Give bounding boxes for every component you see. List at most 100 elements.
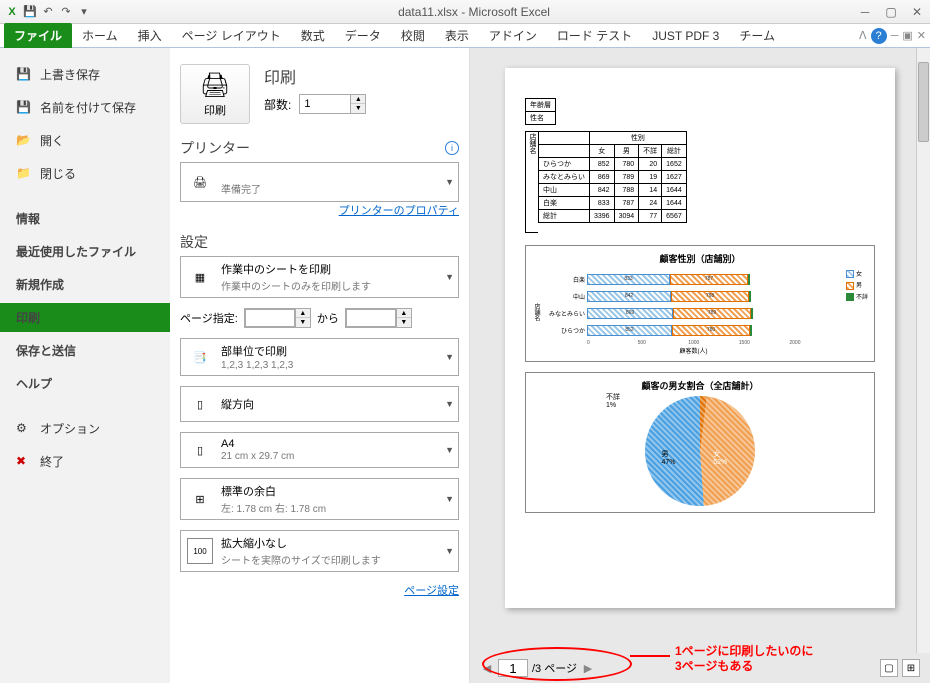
printer-dropdown[interactable]: 🖨 準備完了 ▼ — [180, 162, 459, 202]
page-to-input[interactable] — [346, 309, 396, 327]
printer-properties-link[interactable]: プリンターのプロパティ — [180, 202, 459, 218]
spinner-down-icon[interactable]: ▼ — [397, 318, 411, 327]
print-preview-panel: 年齢層 性名 店舗名 性別 女男不詳総計 ひらつか852780201652 みな… — [470, 48, 930, 683]
sidebar-item-close[interactable]: 📁閉じる — [0, 159, 170, 188]
sidebar-item-share[interactable]: 保存と送信 — [0, 336, 170, 365]
redo-icon[interactable]: ↷ — [58, 4, 74, 20]
sidebar-item-open[interactable]: 📂 開く — [0, 126, 170, 155]
tab-page-layout[interactable]: ページ レイアウト — [172, 23, 291, 48]
page-from-input[interactable] — [245, 309, 295, 327]
sidebar-item-recent[interactable]: 最近使用したファイル — [0, 237, 170, 266]
scaling-dropdown[interactable]: 100 拡大縮小なし シートを実際のサイズで印刷します ▼ — [180, 530, 459, 572]
close-icon[interactable]: ✕ — [908, 5, 926, 19]
window-controls: ─ ▢ ✕ — [856, 5, 926, 19]
collate-icon: 📑 — [187, 344, 213, 370]
page-from-spinner[interactable]: ▲▼ — [244, 308, 311, 328]
sidebar-item-exit[interactable]: ✖終了 — [0, 447, 170, 476]
tab-file[interactable]: ファイル — [4, 23, 72, 48]
tab-formulas[interactable]: 数式 — [291, 23, 335, 48]
print-button-label: 印刷 — [204, 102, 226, 118]
tab-review[interactable]: 校閲 — [391, 23, 435, 48]
zoom-to-page-icon[interactable]: ▢ — [880, 659, 898, 677]
paper-size-dropdown[interactable]: ▯ A4 21 cm x 29.7 cm ▼ — [180, 432, 459, 468]
maximize-icon[interactable]: ▢ — [882, 5, 900, 19]
workbook-close-icon[interactable]: ✕ — [917, 29, 926, 42]
scrollbar-thumb[interactable] — [918, 62, 929, 142]
copies-spinner[interactable]: ▲▼ — [299, 94, 366, 114]
settings-heading: 設定 — [180, 232, 459, 252]
page-setup-link[interactable]: ページ設定 — [180, 582, 459, 598]
printer-icon: 🖨 — [200, 71, 230, 100]
print-settings-panel: 🖨 印刷 印刷 部数: ▲▼ プリンター i 🖨 — [170, 48, 470, 683]
info-icon[interactable]: i — [445, 141, 459, 155]
sidebar-item-save[interactable]: 💾 上書き保存 — [0, 60, 170, 89]
chevron-down-icon: ▼ — [445, 272, 454, 282]
workbook-restore-icon[interactable]: ▣ — [902, 29, 912, 42]
portrait-icon: ▯ — [187, 391, 213, 417]
annotation-line — [630, 655, 670, 657]
sidebar-item-options[interactable]: ⚙オプション — [0, 414, 170, 443]
sidebar-item-label: 開く — [40, 132, 64, 149]
sidebar-item-label: 新規作成 — [16, 276, 64, 293]
spinner-down-icon[interactable]: ▼ — [296, 318, 310, 327]
workbook-minimize-icon[interactable]: ─ — [891, 30, 899, 42]
tab-data[interactable]: データ — [335, 23, 391, 48]
copies-label: 部数: — [264, 96, 291, 113]
margins-sub: 左: 1.78 cm 右: 1.78 cm — [221, 500, 326, 515]
save-icon[interactable]: 💾 — [22, 4, 38, 20]
show-margins-icon[interactable]: ⊞ — [902, 659, 920, 677]
tab-loadtest[interactable]: ロード テスト — [547, 23, 642, 48]
undo-icon[interactable]: ↶ — [40, 4, 56, 20]
help-icon[interactable]: ? — [871, 28, 887, 44]
sidebar-item-label: 保存と送信 — [16, 342, 76, 359]
sidebar-item-label: 終了 — [40, 453, 64, 470]
prev-page-button[interactable]: ◀ — [480, 662, 494, 675]
sidebar-item-print[interactable]: 印刷 — [0, 303, 170, 332]
folder-open-icon: 📂 — [16, 133, 32, 149]
scale-icon: 100 — [187, 538, 213, 564]
minimize-ribbon-icon[interactable]: ᐱ — [859, 29, 867, 42]
tab-insert[interactable]: 挿入 — [128, 23, 172, 48]
chevron-down-icon: ▼ — [445, 546, 454, 556]
tab-home[interactable]: ホーム — [72, 23, 128, 48]
collate-dropdown[interactable]: 📑 部単位で印刷 1,2,3 1,2,3 1,2,3 ▼ — [180, 338, 459, 376]
pie-label-unknown: 不詳 1% — [606, 392, 620, 409]
orientation-dropdown[interactable]: ▯ 縦方向 ▼ — [180, 386, 459, 422]
spinner-up-icon[interactable]: ▲ — [351, 95, 365, 104]
page-range-row: ページ指定: ▲▼ から ▲▼ — [180, 308, 459, 328]
page-to-spinner[interactable]: ▲▼ — [345, 308, 412, 328]
collate-sub: 1,2,3 1,2,3 1,2,3 — [221, 360, 293, 371]
spinner-up-icon[interactable]: ▲ — [397, 309, 411, 318]
qat-dropdown-icon[interactable]: ▾ — [76, 4, 92, 20]
page-number-input[interactable] — [498, 659, 528, 677]
next-page-button[interactable]: ▶ — [581, 662, 595, 675]
sidebar-item-label: 情報 — [16, 210, 40, 227]
print-scope-dropdown[interactable]: ▦ 作業中のシートを印刷 作業中のシートのみを印刷します ▼ — [180, 256, 459, 298]
minimize-icon[interactable]: ─ — [856, 5, 874, 19]
tab-justpdf[interactable]: JUST PDF 3 — [642, 25, 729, 47]
margins-dropdown[interactable]: ⊞ 標準の余白 左: 1.78 cm 右: 1.78 cm ▼ — [180, 478, 459, 520]
table-side-label: 店舗名 — [525, 131, 538, 233]
chart2-title: 顧客の男女割合（全店舗計） — [532, 379, 868, 392]
sidebar-item-label: 上書き保存 — [40, 66, 100, 83]
sidebar-item-saveas[interactable]: 💾名前を付けて保存 — [0, 93, 170, 122]
print-heading: 印刷 — [264, 64, 459, 88]
preview-pie-chart: 顧客の男女割合（全店舗計） 女 52% 男 47% 不詳 1% — [525, 372, 875, 513]
preview-scrollbar[interactable] — [916, 48, 930, 653]
chart1-legend: 女 男 不詳 — [846, 269, 868, 355]
spinner-down-icon[interactable]: ▼ — [351, 104, 365, 113]
page-total-label: /3 ページ — [532, 660, 577, 676]
save-icon: 💾 — [16, 67, 32, 83]
window-title: data11.xlsx - Microsoft Excel — [92, 5, 856, 19]
sidebar-item-help[interactable]: ヘルプ — [0, 369, 170, 398]
copies-input[interactable] — [300, 98, 350, 110]
scale-sub: シートを実際のサイズで印刷します — [221, 552, 381, 567]
print-button[interactable]: 🖨 印刷 — [180, 64, 250, 124]
tab-team[interactable]: チーム — [729, 23, 785, 48]
sidebar-item-info[interactable]: 情報 — [0, 204, 170, 233]
sidebar-item-new[interactable]: 新規作成 — [0, 270, 170, 299]
tab-addins[interactable]: アドイン — [479, 23, 547, 48]
spinner-up-icon[interactable]: ▲ — [296, 309, 310, 318]
tab-view[interactable]: 表示 — [435, 23, 479, 48]
scope-sub: 作業中のシートのみを印刷します — [221, 278, 371, 293]
